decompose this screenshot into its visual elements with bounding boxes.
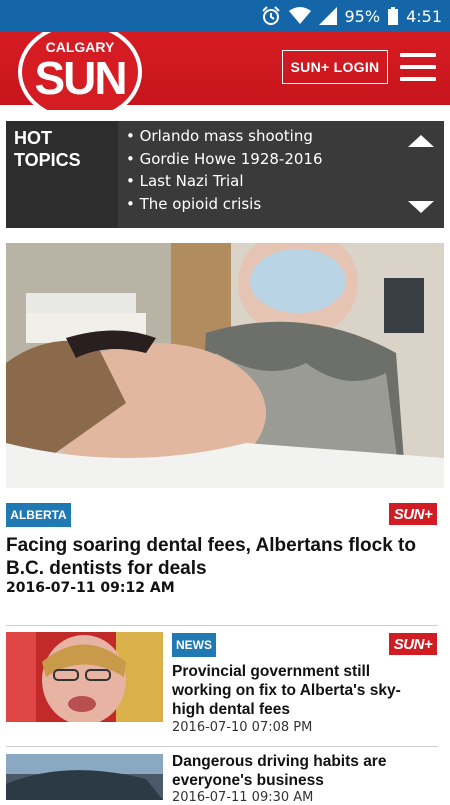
hot-topic-item[interactable]: • Orlando mass shooting bbox=[118, 125, 444, 148]
hot-topics-label: HOT TOPICS bbox=[14, 128, 81, 170]
story-date: 2016-07-10 07:08 PM bbox=[172, 720, 313, 735]
wifi-icon bbox=[288, 7, 311, 24]
sun-plus-login-button[interactable]: SUN+ LOGIN bbox=[282, 50, 388, 84]
hot-topics-panel: HOT TOPICS • Orlando mass shooting • Gor… bbox=[6, 121, 444, 228]
status-icons: 95% 4:51 bbox=[261, 5, 442, 27]
scroll-down-arrow-icon[interactable] bbox=[408, 201, 434, 213]
story-title[interactable]: Provincial government still working on f… bbox=[172, 662, 407, 719]
main-story-title[interactable]: Facing soaring dental fees, Albertans fl… bbox=[6, 534, 436, 580]
main-story-date: 2016-07-11 09:12 AM bbox=[6, 580, 175, 596]
battery-icon bbox=[388, 7, 399, 25]
story-title[interactable]: Dangerous driving habits are everyone's … bbox=[172, 752, 407, 790]
hamburger-menu-icon[interactable] bbox=[400, 53, 436, 81]
main-story-sun-plus-badge: SUN+ bbox=[389, 503, 437, 525]
divider bbox=[6, 746, 438, 747]
story-date: 2016-07-11 09:30 AM bbox=[172, 790, 314, 805]
main-story-image[interactable] bbox=[6, 243, 444, 488]
story-thumbnail[interactable] bbox=[6, 754, 163, 800]
clock-time: 4:51 bbox=[406, 6, 442, 26]
story-sun-plus-badge: SUN+ bbox=[389, 633, 437, 655]
battery-percent: 95% bbox=[344, 6, 381, 26]
hot-topic-item[interactable]: • The opioid crisis bbox=[118, 193, 444, 216]
calgary-sun-logo[interactable]: CALGARY SUN bbox=[18, 32, 142, 110]
hot-topics-list: • Orlando mass shooting • Gordie Howe 19… bbox=[118, 121, 444, 228]
hot-topic-item[interactable]: • Last Nazi Trial bbox=[118, 170, 444, 193]
status-bar: 95% 4:51 bbox=[0, 0, 450, 32]
divider bbox=[6, 625, 438, 626]
story-thumbnail[interactable] bbox=[6, 632, 163, 722]
logo-big-text: SUN bbox=[34, 52, 125, 104]
scroll-up-arrow-icon[interactable] bbox=[408, 135, 434, 147]
main-story-category-tag[interactable]: ALBERTA bbox=[6, 503, 71, 527]
signal-icon bbox=[318, 7, 337, 25]
story-category-tag[interactable]: NEWS bbox=[172, 633, 216, 657]
hot-topic-item[interactable]: • Gordie Howe 1928-2016 bbox=[118, 148, 444, 171]
alarm-icon bbox=[261, 6, 280, 25]
